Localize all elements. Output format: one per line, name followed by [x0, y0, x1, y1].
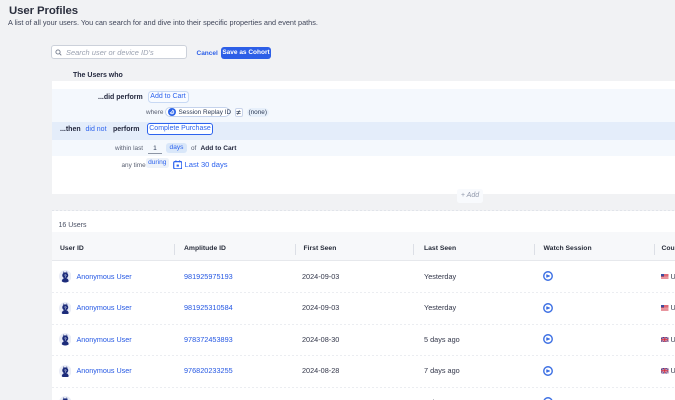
svg-text:?: ? — [64, 274, 67, 279]
svg-text:?: ? — [64, 305, 67, 310]
svg-text:?: ? — [64, 337, 67, 342]
svg-text:?: ? — [64, 368, 67, 373]
